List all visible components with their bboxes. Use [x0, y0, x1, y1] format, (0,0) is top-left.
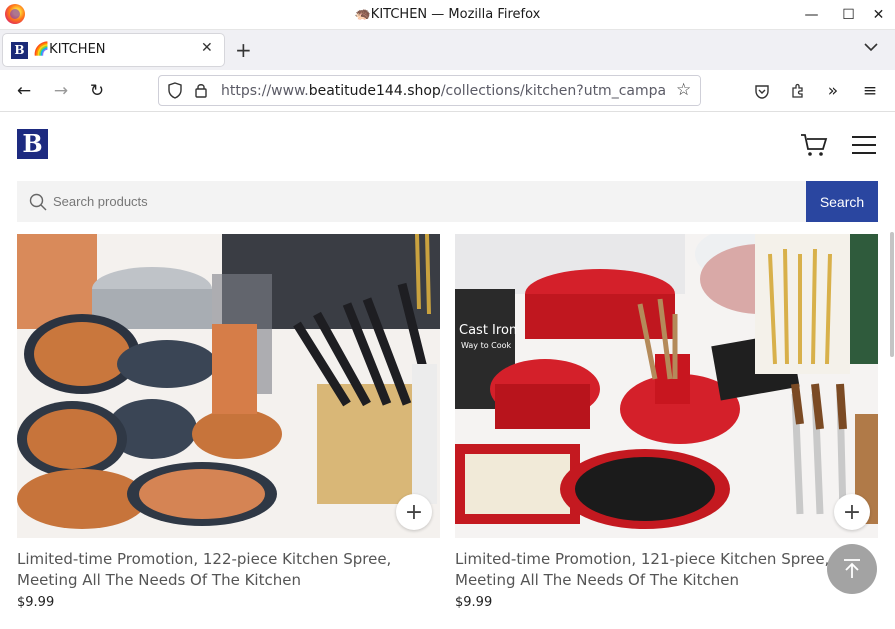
bookmark-star-icon[interactable]: ☆: [676, 80, 691, 100]
maximize-button[interactable]: ☐: [832, 0, 865, 30]
product-card[interactable]: + Limited-time Promotion, 122-piece Kitc…: [17, 234, 440, 610]
url-host: beatitude144.shop: [308, 83, 441, 99]
shield-icon[interactable]: [167, 82, 183, 103]
search-bar: Search: [17, 181, 878, 222]
url-prefix: https://www.: [221, 83, 309, 99]
window-title: 🦔KITCHEN — Mozilla Firefox: [354, 7, 541, 22]
tab-close-button[interactable]: ✕: [201, 40, 213, 56]
site-logo[interactable]: B: [17, 129, 48, 159]
search-button[interactable]: Search: [806, 181, 878, 222]
reload-button[interactable]: ↻: [85, 79, 109, 103]
tab-kitchen[interactable]: B 🌈KITCHEN ✕: [3, 34, 224, 66]
search-input[interactable]: [53, 181, 803, 222]
window-titlebar: 🦔KITCHEN — Mozilla Firefox — ☐ ✕: [0, 0, 895, 30]
add-to-cart-button[interactable]: +: [834, 494, 870, 530]
url-text[interactable]: https://www.beatitude144.shop/collection…: [221, 83, 666, 99]
minimize-button[interactable]: —: [795, 0, 828, 30]
product-image[interactable]: +: [17, 234, 440, 538]
url-bar[interactable]: https://www.beatitude144.shop/collection…: [158, 75, 701, 106]
new-tab-button[interactable]: +: [235, 38, 252, 62]
hamburger-menu-icon[interactable]: ≡: [858, 79, 882, 103]
forward-button[interactable]: →: [49, 79, 73, 103]
pocket-icon[interactable]: [750, 79, 774, 103]
product-card[interactable]: Cast Iron Way to Cook + Limited-time Pro…: [455, 234, 878, 610]
extensions-icon[interactable]: [786, 79, 810, 103]
close-window-button[interactable]: ✕: [862, 0, 895, 30]
product-price: $9.99: [455, 595, 493, 610]
page-content: B Search products Search + Limited-time …: [0, 112, 895, 629]
back-button[interactable]: ←: [12, 79, 36, 103]
book-subtitle: Way to Cook: [461, 341, 512, 350]
tab-strip: B 🌈KITCHEN ✕: [0, 30, 895, 70]
search-icon: [29, 193, 47, 211]
back-to-top-button[interactable]: [827, 544, 877, 594]
product-title[interactable]: Limited-time Promotion, 121-piece Kitche…: [455, 549, 878, 591]
tab-list-chevron-icon[interactable]: [864, 40, 878, 56]
product-title[interactable]: Limited-time Promotion, 122-piece Kitche…: [17, 549, 440, 591]
product-price: $9.99: [17, 595, 55, 610]
overflow-menu-icon[interactable]: »: [821, 79, 845, 103]
site-menu-icon[interactable]: [852, 136, 876, 154]
tab-favicon-icon: B: [11, 42, 28, 59]
url-path: /collections/kitchen?utm_campa: [440, 83, 667, 99]
cart-icon[interactable]: [800, 132, 828, 158]
tab-title: 🌈KITCHEN: [33, 42, 106, 57]
add-to-cart-button[interactable]: +: [396, 494, 432, 530]
product-image[interactable]: Cast Iron Way to Cook +: [455, 234, 878, 538]
lock-icon[interactable]: [194, 82, 208, 103]
navigation-bar: ← → ↻ https://www.beatitude144.shop/coll…: [0, 70, 895, 112]
book-title: Cast Iron: [459, 323, 517, 338]
arrow-up-icon: [844, 559, 860, 578]
page-scrollbar[interactable]: [890, 232, 894, 357]
